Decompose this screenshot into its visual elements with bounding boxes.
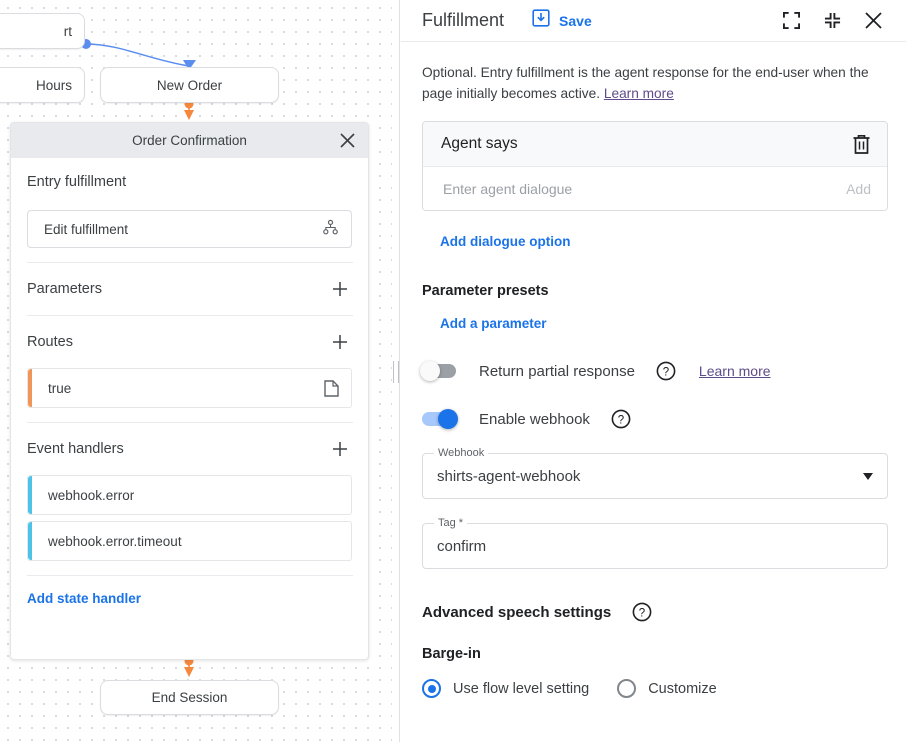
event-handler-row[interactable]: webhook.error bbox=[27, 475, 352, 515]
webhook-select[interactable]: Webhook shirts-agent-webhook bbox=[422, 453, 888, 499]
close-icon[interactable] bbox=[336, 130, 358, 152]
learn-more-link[interactable]: Learn more bbox=[604, 86, 674, 101]
radio-icon[interactable] bbox=[422, 679, 441, 698]
barge-in-title: Barge-in bbox=[422, 646, 888, 662]
help-circle-icon[interactable]: ? bbox=[656, 361, 676, 381]
event-handler-label: webhook.error bbox=[48, 488, 339, 503]
add-event-handler-icon[interactable] bbox=[328, 437, 352, 461]
flow-canvas[interactable]: rt Hours New Order End Session Order Con… bbox=[0, 0, 392, 742]
parameter-presets-title: Parameter presets bbox=[422, 283, 888, 299]
fulfillment-panel: Fulfillment Save bbox=[401, 0, 906, 742]
page-card-header: Order Confirmation bbox=[11, 123, 368, 158]
flow-node-label: Hours bbox=[36, 78, 72, 93]
add-a-parameter-wrap: Add a parameter bbox=[440, 315, 888, 333]
save-label: Save bbox=[559, 13, 592, 29]
event-handler-row[interactable]: webhook.error.timeout bbox=[27, 521, 352, 561]
add-dialogue-option-wrap: Add dialogue option bbox=[440, 233, 888, 251]
page-icon bbox=[324, 380, 339, 397]
collapse-fullscreen-icon[interactable] bbox=[817, 6, 847, 36]
webhook-field-value: shirts-agent-webhook bbox=[437, 468, 863, 485]
route-row[interactable]: true bbox=[27, 368, 352, 408]
svg-text:?: ? bbox=[618, 414, 624, 426]
return-partial-response-row: Return partial response ? Learn more bbox=[422, 361, 888, 381]
advanced-speech-settings-title: Advanced speech settings bbox=[422, 604, 611, 621]
add-parameter-icon[interactable] bbox=[328, 277, 352, 301]
advanced-speech-settings-row: Advanced speech settings ? bbox=[422, 602, 888, 622]
enable-webhook-row: Enable webhook ? bbox=[422, 409, 888, 429]
panel-header: Fulfillment Save bbox=[401, 0, 906, 42]
barge-in-option-use-flow-level-setting[interactable]: Use flow level setting bbox=[422, 679, 589, 698]
app-root: rt Hours New Order End Session Order Con… bbox=[0, 0, 906, 742]
radio-icon[interactable] bbox=[617, 679, 636, 698]
section-entry-fulfillment-header: Entry fulfillment bbox=[27, 158, 352, 206]
section-routes-header: Routes bbox=[27, 316, 352, 368]
barge-in-option-customize[interactable]: Customize bbox=[617, 679, 717, 698]
flow-node-label: End Session bbox=[152, 690, 228, 705]
flow-node-new-order[interactable]: New Order bbox=[100, 67, 279, 103]
agent-says-header: Agent says bbox=[423, 122, 887, 167]
webhook-field-label: Webhook bbox=[434, 447, 488, 459]
event-handler-color-bar bbox=[28, 476, 32, 514]
close-icon[interactable] bbox=[858, 6, 888, 36]
radio-label: Use flow level setting bbox=[453, 681, 589, 697]
add-a-parameter-link[interactable]: Add a parameter bbox=[440, 316, 547, 331]
panel-resize-splitter[interactable] bbox=[392, 0, 400, 742]
tag-field-label: Tag * bbox=[434, 517, 467, 529]
panel-description: Optional. Entry fulfillment is the agent… bbox=[422, 62, 877, 104]
page-card-title: Order Confirmation bbox=[132, 133, 247, 148]
add-state-handler-wrap: Add state handler bbox=[27, 576, 352, 608]
return-partial-response-learn-more-link[interactable]: Learn more bbox=[699, 363, 771, 379]
page-title: Fulfillment bbox=[422, 10, 504, 31]
panel-body: Optional. Entry fulfillment is the agent… bbox=[401, 42, 906, 698]
barge-in-options: Use flow level setting Customize bbox=[422, 679, 888, 698]
radio-label: Customize bbox=[648, 681, 717, 697]
flow-node-start[interactable]: rt bbox=[0, 13, 85, 49]
section-title: Routes bbox=[27, 334, 73, 350]
agent-dialogue-input[interactable] bbox=[441, 180, 846, 198]
section-event-handlers-header: Event handlers bbox=[27, 423, 352, 475]
tag-field[interactable]: Tag * confirm bbox=[422, 523, 888, 569]
help-circle-icon[interactable]: ? bbox=[611, 409, 631, 429]
add-state-handler-link[interactable]: Add state handler bbox=[27, 591, 141, 606]
return-partial-response-toggle[interactable] bbox=[422, 364, 456, 378]
flow-node-label: New Order bbox=[157, 78, 222, 93]
svg-text:?: ? bbox=[639, 607, 645, 619]
agent-dialogue-row: Add bbox=[423, 167, 887, 210]
route-color-bar bbox=[28, 369, 32, 407]
account-tree-icon bbox=[322, 219, 339, 239]
tag-field-value: confirm bbox=[437, 538, 873, 555]
splitter-grip-icon[interactable] bbox=[393, 361, 399, 383]
expand-fullscreen-icon[interactable] bbox=[776, 6, 806, 36]
svg-text:?: ? bbox=[663, 366, 669, 378]
event-handler-label: webhook.error.timeout bbox=[48, 534, 339, 549]
section-title: Parameters bbox=[27, 281, 102, 297]
route-label: true bbox=[48, 381, 324, 396]
page-detail-card: Order Confirmation Entry fulfillment Edi… bbox=[10, 122, 369, 660]
add-dialogue-option-link[interactable]: Add dialogue option bbox=[440, 234, 570, 249]
page-card-body: Entry fulfillment Edit fulfillment bbox=[11, 158, 368, 659]
section-parameters-header: Parameters bbox=[27, 263, 352, 315]
edit-fulfillment-button[interactable]: Edit fulfillment bbox=[27, 210, 352, 248]
enable-webhook-label: Enable webhook bbox=[479, 411, 590, 428]
edit-fulfillment-label: Edit fulfillment bbox=[44, 222, 128, 237]
add-route-icon[interactable] bbox=[328, 330, 352, 354]
return-partial-response-label: Return partial response bbox=[479, 363, 635, 380]
flow-node-end-session[interactable]: End Session bbox=[100, 680, 279, 715]
add-dialogue-button[interactable]: Add bbox=[846, 181, 871, 197]
save-icon bbox=[532, 9, 550, 32]
event-handler-color-bar bbox=[28, 522, 32, 560]
flow-node-label: rt bbox=[64, 24, 72, 39]
enable-webhook-toggle[interactable] bbox=[422, 412, 456, 426]
save-button[interactable]: Save bbox=[532, 9, 592, 32]
section-title: Event handlers bbox=[27, 441, 124, 457]
help-circle-icon[interactable]: ? bbox=[632, 602, 652, 622]
agent-says-card: Agent says Add bbox=[422, 121, 888, 211]
chevron-down-icon[interactable] bbox=[863, 473, 873, 480]
agent-says-title: Agent says bbox=[441, 135, 518, 153]
section-title: Entry fulfillment bbox=[27, 174, 126, 190]
trash-icon[interactable] bbox=[852, 134, 871, 155]
flow-node-hours[interactable]: Hours bbox=[0, 67, 85, 103]
